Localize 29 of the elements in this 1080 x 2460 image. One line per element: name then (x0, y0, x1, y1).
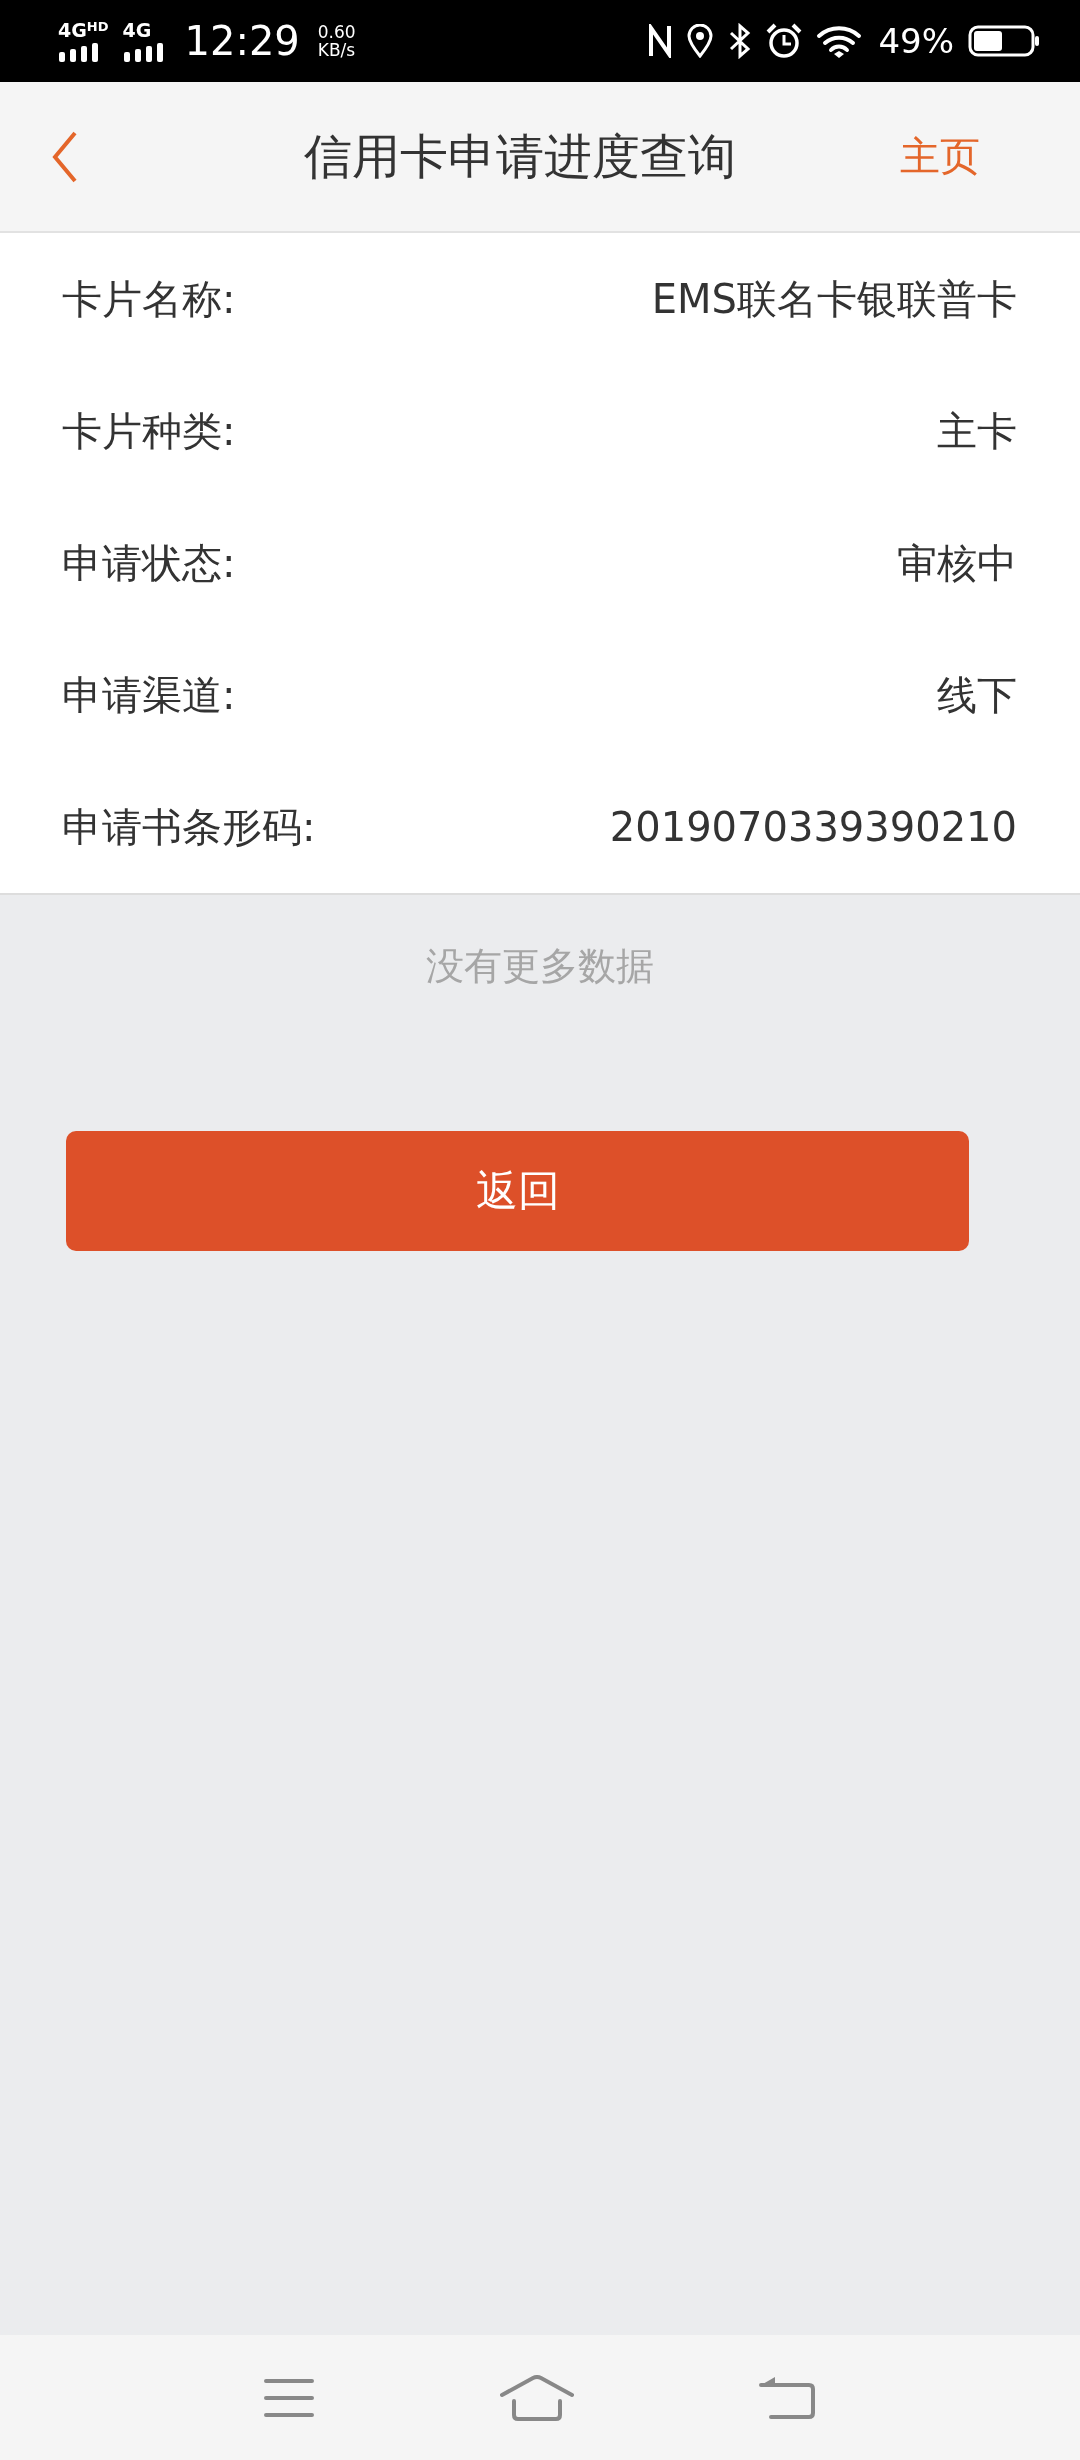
field-value: 审核中 (897, 538, 1017, 588)
field-label: 申请书条形码: (62, 802, 316, 852)
field-label: 卡片种类: (62, 406, 236, 456)
battery-icon (968, 25, 1040, 57)
battery-percent: 49% (878, 21, 954, 61)
field-value: 2019070339390210 (609, 804, 1017, 850)
speed-value: 0.60 (317, 23, 356, 41)
field-value: 线下 (937, 670, 1017, 720)
return-button[interactable]: 返回 (66, 1131, 969, 1251)
menu-icon[interactable] (262, 2376, 315, 2419)
location-icon (686, 24, 715, 58)
alarm-icon (766, 23, 803, 59)
clock: 12:29 (184, 18, 300, 64)
speed-unit: KB/s (317, 41, 356, 59)
nfc-icon (648, 24, 673, 58)
network-label: 4G (122, 20, 152, 40)
page-title: 信用卡申请进度查询 (303, 126, 737, 186)
home-link[interactable]: 主页 (900, 128, 1080, 185)
home-icon[interactable] (500, 2374, 574, 2421)
field-label: 申请渠道: (62, 670, 236, 720)
back-nav-icon[interactable] (759, 2374, 818, 2421)
field-label: 卡片名称: (62, 274, 236, 324)
wifi-icon (816, 24, 863, 58)
field-label: 申请状态: (62, 538, 236, 588)
field-value: EMS联名卡银联普卡 (651, 274, 1017, 324)
no-more-data-text: 没有更多数据 (425, 943, 655, 990)
field-value: 主卡 (937, 406, 1017, 456)
back-icon[interactable] (52, 130, 78, 183)
bluetooth-icon (728, 23, 753, 59)
